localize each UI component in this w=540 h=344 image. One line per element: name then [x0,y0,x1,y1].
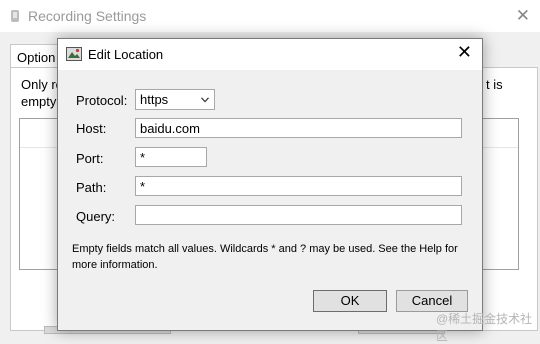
recording-settings-titlebar: Recording Settings ✕ [0,0,540,32]
help-text: Empty fields match all values. Wildcards… [72,243,458,271]
cancel-button[interactable]: Cancel [396,290,468,312]
window-title: Recording Settings [28,8,147,24]
tab-label: Option [17,50,56,65]
query-label: Query: [76,209,116,224]
query-input[interactable] [135,205,462,225]
description-text-right: t is [486,77,503,92]
port-label: Port: [76,151,104,166]
port-input[interactable] [135,147,207,167]
dialog-titlebar: Edit Location ✕ [58,39,482,70]
protocol-value: https [140,92,169,107]
path-label: Path: [76,180,107,195]
protocol-select[interactable]: https [135,89,215,110]
protocol-label: Protocol: [76,93,128,108]
edit-location-icon [66,47,82,61]
chevron-down-icon [201,97,209,103]
close-icon[interactable]: ✕ [516,6,530,26]
host-label: Host: [76,121,107,136]
host-input[interactable] [135,118,462,138]
close-icon[interactable]: ✕ [457,42,472,63]
path-input[interactable] [135,176,462,196]
ok-button[interactable]: OK [313,290,387,312]
app-icon [11,10,19,22]
edit-location-dialog: Edit Location ✕ Protocol: https Host: Po… [57,38,483,331]
dialog-title: Edit Location [88,47,164,62]
watermark: @稀土掘金技术社区 [436,312,533,343]
